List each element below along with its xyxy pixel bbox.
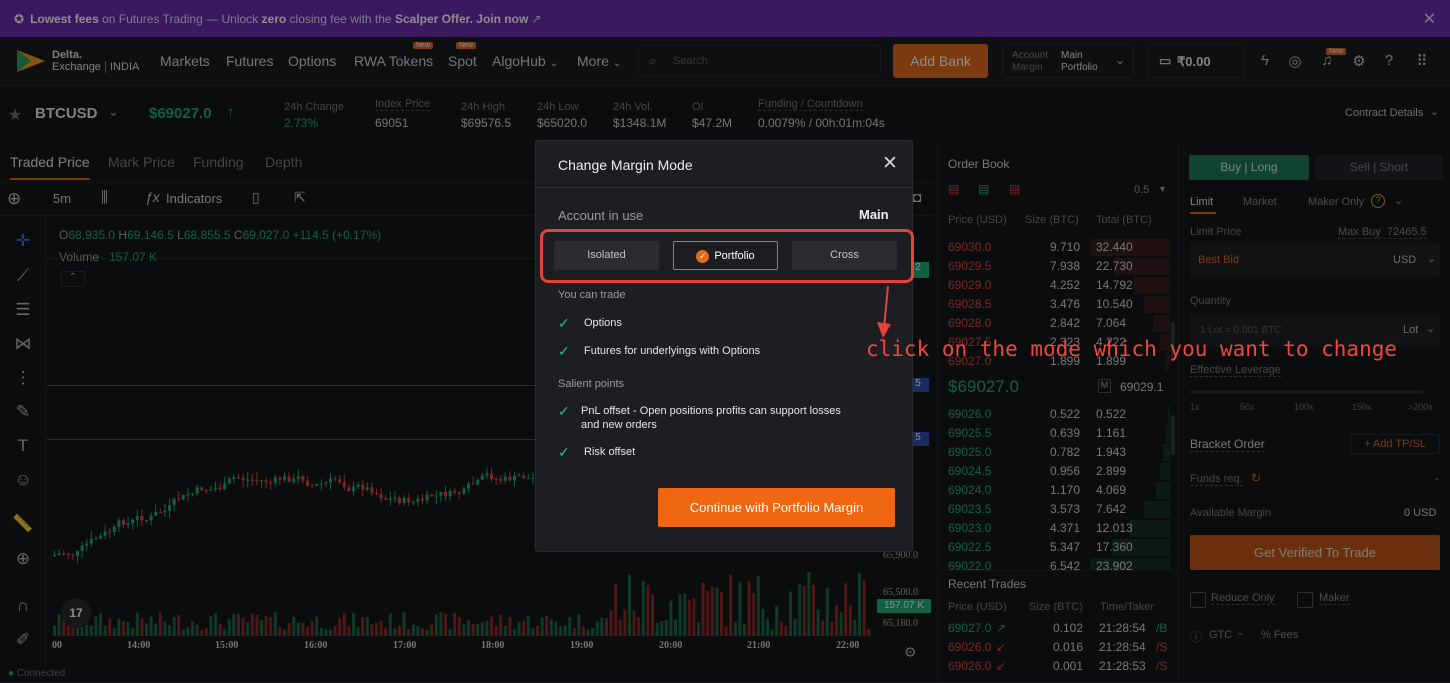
divider: [536, 187, 912, 188]
check-icon: ✓: [558, 315, 570, 331]
salient-point-risk: Risk offset: [584, 446, 636, 458]
salient-points-heading: Salient points: [558, 378, 625, 390]
trade-item-options: Options: [584, 317, 622, 329]
change-margin-mode-dialog: Change Margin Mode ✕ Account in use Main…: [535, 140, 913, 552]
check-icon: ✓: [558, 343, 570, 359]
check-icon: ✓: [558, 403, 570, 419]
account-in-use-value: Main: [859, 207, 889, 222]
account-in-use-label: Account in use: [558, 208, 644, 223]
dialog-title: Change Margin Mode: [558, 157, 693, 173]
close-icon[interactable]: ✕: [882, 152, 898, 175]
continue-button[interactable]: Continue with Portfolio Margin: [658, 488, 895, 527]
annotation-highlight-box: [540, 229, 914, 283]
annotation-note: click on the mode which you want to chan…: [866, 337, 1398, 361]
you-can-trade-heading: You can trade: [558, 289, 626, 301]
salient-point-pnl-cont: and new orders: [581, 419, 657, 431]
salient-point-pnl: PnL offset - Open positions profits can …: [581, 405, 841, 417]
check-icon: ✓: [558, 444, 570, 460]
annotation-arrow-icon: [877, 285, 891, 338]
trade-item-futures: Futures for underlyings with Options: [584, 345, 761, 357]
